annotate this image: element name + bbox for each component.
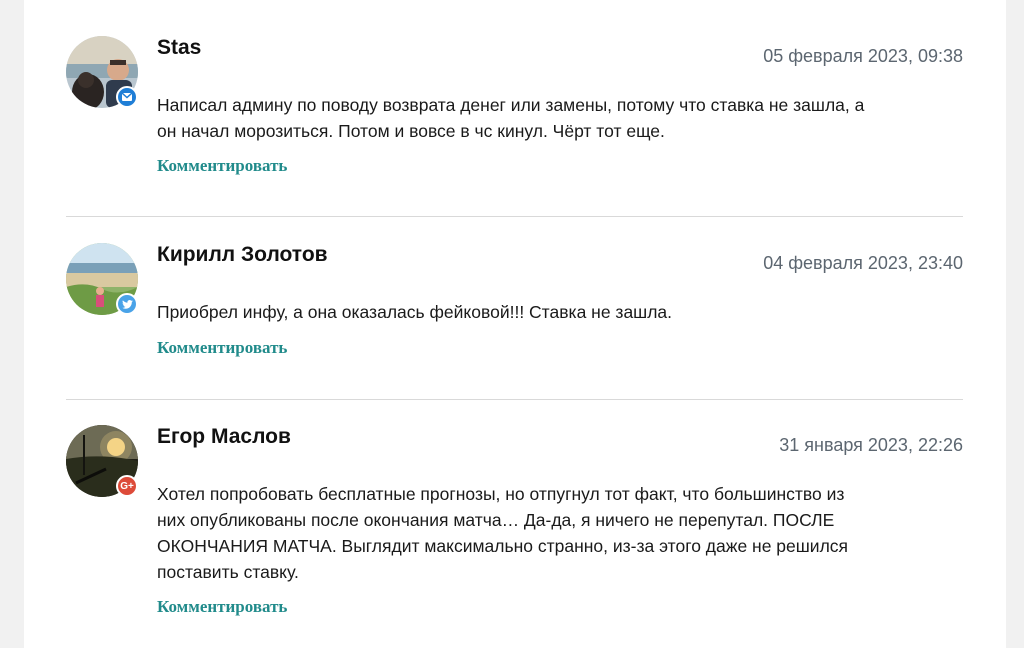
reply-link[interactable]: Комментировать bbox=[157, 338, 287, 358]
comment-item: Кирилл Золотов 04 февраля 2023, 23:40 Пр… bbox=[66, 243, 963, 373]
comment-item: Stas 05 февраля 2023, 09:38 Написал адми… bbox=[66, 36, 963, 186]
google-plus-icon[interactable]: G+ bbox=[116, 475, 138, 497]
comment-text: Хотел попробовать бесплатные прогнозы, н… bbox=[157, 484, 849, 582]
comment-divider bbox=[66, 399, 963, 400]
comment-author[interactable]: Кирилл Золотов bbox=[157, 243, 328, 267]
comment-author[interactable]: Егор Маслов bbox=[157, 425, 291, 449]
comment-author[interactable]: Stas bbox=[157, 36, 201, 60]
comment-date: 31 января 2023, 22:26 bbox=[779, 435, 963, 455]
reply-link[interactable]: Комментировать bbox=[157, 597, 287, 617]
reply-link[interactable]: Комментировать bbox=[157, 156, 287, 176]
comment-text: Приобрел инфу, а она оказалась фейковой!… bbox=[157, 302, 673, 322]
comment-date: 05 февраля 2023, 09:38 bbox=[763, 46, 963, 66]
twitter-icon[interactable] bbox=[116, 293, 138, 315]
comment-item: G+ Егор Маслов 31 января 2023, 22:26 Хот… bbox=[66, 425, 963, 625]
comments-panel: Stas 05 февраля 2023, 09:38 Написал адми… bbox=[24, 0, 1006, 648]
comment-date: 04 февраля 2023, 23:40 bbox=[763, 253, 963, 273]
mail-icon[interactable] bbox=[116, 86, 138, 108]
comment-text: Написал админу по поводу возврата денег … bbox=[157, 95, 865, 141]
comment-divider bbox=[66, 216, 963, 217]
